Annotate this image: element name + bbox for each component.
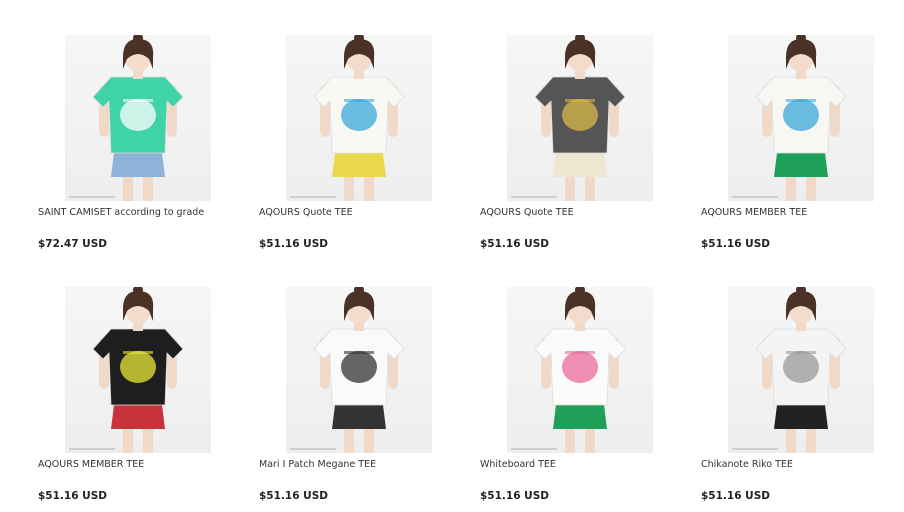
image-watermark — [732, 196, 778, 198]
black-tee-neon-print-icon — [92, 287, 184, 453]
striped-tee-icon — [755, 287, 847, 453]
product-image[interactable] — [507, 35, 653, 201]
product-price: $51.16 USD — [259, 238, 328, 250]
product-image[interactable] — [65, 35, 211, 201]
white-tee-back-print-icon — [755, 35, 847, 201]
image-watermark — [69, 196, 115, 198]
product-title[interactable]: SAINT CAMISET according to grade — [38, 207, 204, 218]
product-price: $51.16 USD — [701, 490, 770, 502]
product-title[interactable]: AQOURS Quote TEE — [480, 207, 574, 218]
whiteboard-print-tee-icon — [534, 287, 626, 453]
product-title[interactable]: AQOURS MEMBER TEE — [38, 459, 144, 470]
product-title[interactable]: Mari I Patch Megane TEE — [259, 459, 376, 470]
product-price: $51.16 USD — [259, 490, 328, 502]
product-image[interactable] — [286, 287, 432, 453]
image-watermark — [290, 196, 336, 198]
product-title[interactable]: Chikanote Riko TEE — [701, 459, 793, 470]
product-title[interactable]: Whiteboard TEE — [480, 459, 556, 470]
product-price: $51.16 USD — [480, 238, 549, 250]
image-watermark — [732, 448, 778, 450]
white-tee-glasses-patch-icon — [313, 287, 405, 453]
product-image[interactable] — [728, 287, 874, 453]
product-price: $51.16 USD — [701, 238, 770, 250]
image-watermark — [511, 196, 557, 198]
image-watermark — [69, 448, 115, 450]
white-tee-blue-print-icon — [313, 35, 405, 201]
gray-tee-gold-print-icon — [534, 35, 626, 201]
product-title[interactable]: AQOURS MEMBER TEE — [701, 207, 807, 218]
product-grid: SAINT CAMISET according to grade $72.47 U… — [0, 0, 904, 512]
product-image[interactable] — [286, 35, 432, 201]
product-title[interactable]: AQOURS Quote TEE — [259, 207, 353, 218]
product-image[interactable] — [507, 287, 653, 453]
image-watermark — [511, 448, 557, 450]
product-price: $72.47 USD — [38, 238, 107, 250]
product-price: $51.16 USD — [38, 490, 107, 502]
camisole-top-icon — [92, 35, 184, 201]
product-image[interactable] — [728, 35, 874, 201]
image-watermark — [290, 448, 336, 450]
product-image[interactable] — [65, 287, 211, 453]
product-price: $51.16 USD — [480, 490, 549, 502]
